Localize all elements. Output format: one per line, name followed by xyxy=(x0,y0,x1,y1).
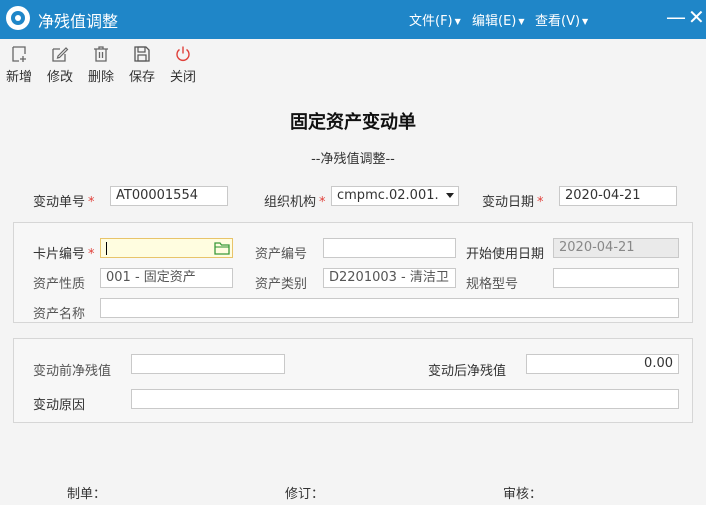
menu-edit[interactable]: 编辑(E) ▼ xyxy=(472,10,525,29)
required-mark: * xyxy=(88,247,95,262)
change-no-field[interactable]: AT00001554 xyxy=(110,186,228,206)
before-value-field[interactable] xyxy=(131,354,285,374)
form-subtitle: --净残值调整-- xyxy=(311,152,395,167)
chevron-down-icon: ▼ xyxy=(518,17,525,26)
start-date-field: 2020-04-21 xyxy=(553,238,679,258)
org-select[interactable]: cmpmc.02.001. xyxy=(331,186,459,206)
folder-icon[interactable] xyxy=(214,241,230,255)
revise-label: 修订： xyxy=(285,487,325,502)
change-date-label: 变动日期 * xyxy=(482,195,544,210)
edit-label: 修改 xyxy=(46,70,73,85)
maker-label: 制单： xyxy=(67,487,107,502)
card-no-label: 卡片编号 * xyxy=(33,247,95,262)
start-date-label: 开始使用日期 xyxy=(466,247,545,262)
add-button[interactable]: 新增 xyxy=(2,45,36,85)
edit-icon xyxy=(52,47,69,62)
close-window-button[interactable]: ✕ xyxy=(688,5,705,29)
spec-label: 规格型号 xyxy=(466,277,519,292)
org-label: 组织机构 * xyxy=(264,195,326,210)
minimize-button[interactable]: — xyxy=(666,5,686,29)
delete-label: 删除 xyxy=(87,70,114,85)
close-button[interactable]: 关闭 xyxy=(166,45,200,85)
chevron-down-icon: ▼ xyxy=(454,17,461,26)
org-select-value: cmpmc.02.001. xyxy=(337,188,439,203)
before-value-label: 变动前净残值 xyxy=(33,364,112,379)
app-logo-icon xyxy=(6,6,30,30)
required-mark: * xyxy=(319,195,326,210)
save-icon xyxy=(134,46,150,62)
audit-label: 审核： xyxy=(503,487,543,502)
power-icon xyxy=(176,46,190,61)
add-icon xyxy=(12,46,26,62)
change-date-field[interactable]: 2020-04-21 xyxy=(559,186,677,206)
title-bar: 净残值调整 文件(F) ▼ 编辑(E) ▼ 查看(V) ▼ — ✕ xyxy=(0,0,706,39)
window-title: 净残值调整 xyxy=(38,12,119,31)
spec-field[interactable] xyxy=(553,268,679,288)
required-mark: * xyxy=(88,195,95,210)
asset-no-field[interactable] xyxy=(323,238,456,258)
asset-no-label: 资产编号 xyxy=(255,247,308,262)
close-label: 关闭 xyxy=(169,70,196,85)
change-no-label: 变动单号 * xyxy=(33,195,95,210)
asset-name-label: 资产名称 xyxy=(33,307,86,322)
category-label: 资产类别 xyxy=(255,277,308,292)
delete-button[interactable]: 删除 xyxy=(84,45,118,85)
trash-icon xyxy=(94,46,108,62)
toolbar: 新增 修改 删除 保存 关闭 xyxy=(0,39,706,89)
menu-file[interactable]: 文件(F) ▼ xyxy=(409,10,461,29)
category-field[interactable]: D2201003 - 清洁卫 xyxy=(323,268,456,288)
change-panel xyxy=(13,338,693,423)
after-value-field[interactable]: 0.00 xyxy=(526,354,679,374)
add-label: 新增 xyxy=(5,70,32,85)
save-button[interactable]: 保存 xyxy=(125,45,159,85)
edit-button[interactable]: 修改 xyxy=(43,45,77,85)
reason-label: 变动原因 xyxy=(33,398,86,413)
chevron-down-icon xyxy=(446,193,454,198)
required-mark: * xyxy=(537,195,544,210)
after-value-label: 变动后净残值 xyxy=(428,364,507,379)
nature-field[interactable]: 001 - 固定资产 xyxy=(100,268,233,288)
asset-name-field[interactable] xyxy=(100,298,679,318)
chevron-down-icon: ▼ xyxy=(582,17,589,26)
card-no-input[interactable] xyxy=(100,238,233,258)
save-label: 保存 xyxy=(128,70,155,85)
nature-label: 资产性质 xyxy=(33,277,86,292)
reason-field[interactable] xyxy=(131,389,679,409)
form-title: 固定资产变动单 xyxy=(290,112,416,133)
menu-view[interactable]: 查看(V) ▼ xyxy=(535,10,588,29)
text-cursor xyxy=(106,242,107,255)
